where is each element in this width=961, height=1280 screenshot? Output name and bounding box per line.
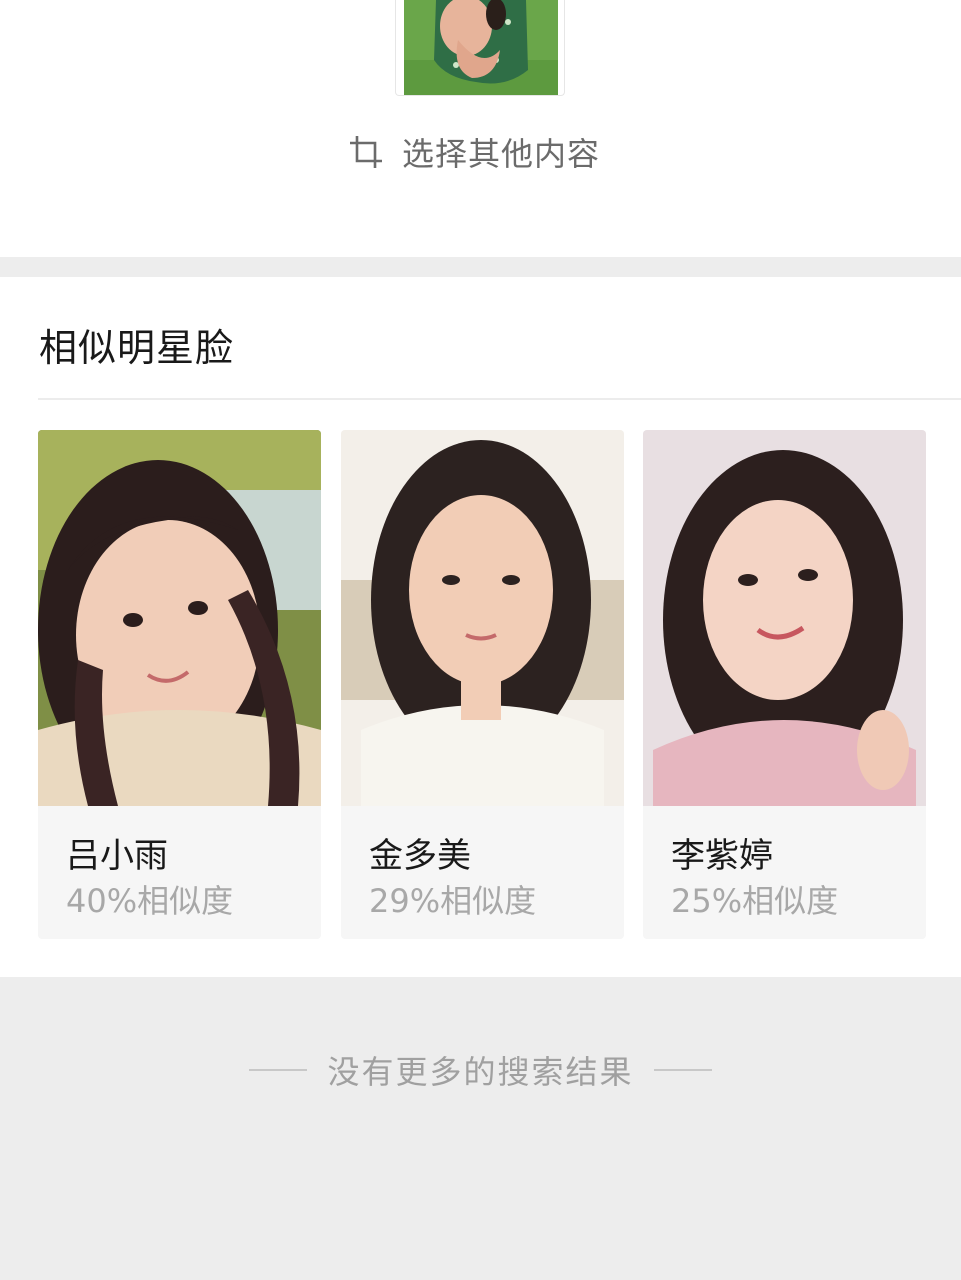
celebrity-name: 金多美 xyxy=(369,836,471,876)
no-more-results: 没有更多的搜索结果 xyxy=(0,1046,961,1094)
celebrity-name: 李紫婷 xyxy=(671,836,773,876)
celebrity-photo xyxy=(643,430,926,806)
divider xyxy=(38,398,961,400)
celebrity-card[interactable]: 李紫婷 25%相似度 xyxy=(643,430,926,939)
query-image-thumbnail[interactable] xyxy=(395,0,565,96)
celebrity-card[interactable]: 吕小雨 40%相似度 xyxy=(38,430,321,939)
celebrity-photo xyxy=(341,430,624,806)
crop-icon xyxy=(350,136,382,168)
no-more-results-label: 没有更多的搜索结果 xyxy=(327,1053,634,1091)
divider-line-left xyxy=(249,1069,308,1071)
query-section: 选择其他内容 xyxy=(0,0,961,257)
select-other-content-button[interactable]: 选择其他内容 xyxy=(348,128,600,176)
select-other-label: 选择其他内容 xyxy=(402,135,601,173)
similarity-score: 40%相似度 xyxy=(66,882,234,920)
similarity-score: 25%相似度 xyxy=(671,882,839,920)
celebrity-photo xyxy=(38,430,321,806)
similarity-score: 29%相似度 xyxy=(369,882,537,920)
similar-celebrity-section: 相似明星脸 吕小雨 40%相似度 金多美 29%相似度 李紫婷 25%相似度 xyxy=(0,277,961,977)
section-title: 相似明星脸 xyxy=(39,326,235,370)
divider-line-right xyxy=(653,1069,712,1071)
query-photo xyxy=(404,0,558,95)
celebrity-card[interactable]: 金多美 29%相似度 xyxy=(341,430,624,939)
celebrity-name: 吕小雨 xyxy=(66,836,168,876)
